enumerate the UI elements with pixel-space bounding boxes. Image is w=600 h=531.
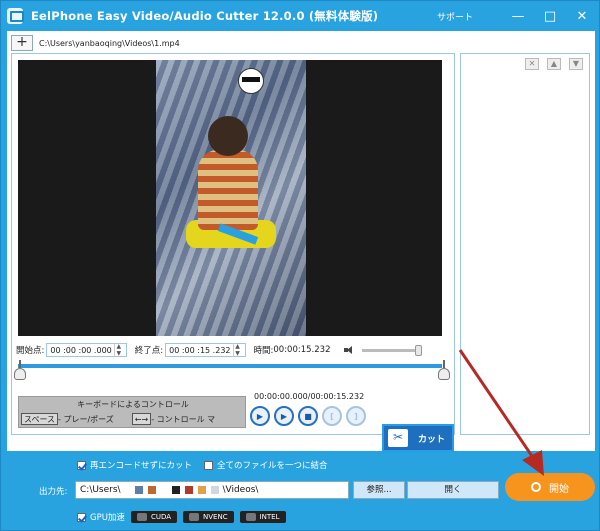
file-path: C:\Users\yanbaoqing\Videos\1.mp4: [39, 38, 180, 48]
title-bar: EelPhone Easy Video/Audio Cutter 12.0.0 …: [1, 1, 599, 31]
options-row: 再エンコードせずにカット 全てのファイルを一つに結合: [77, 459, 328, 471]
stop-button[interactable]: ■: [298, 406, 318, 426]
redacted-block: [148, 485, 157, 494]
gpu-cuda-badge[interactable]: CUDA: [130, 511, 178, 523]
no-reencode-label: 再エンコードせずにカット: [90, 461, 193, 471]
merge-all-label: 全てのファイルを一つに結合: [217, 461, 328, 471]
nvidia-icon: [189, 513, 200, 521]
annotation-arrow-line: [458, 349, 538, 463]
minimize-button[interactable]: —: [509, 7, 527, 25]
output-path-suffix: \Videos\: [222, 485, 259, 495]
browse-button[interactable]: 参照...: [353, 481, 405, 499]
arrow-keys: ←→: [131, 413, 152, 425]
move-up-button[interactable]: ▲: [547, 58, 561, 70]
start-marker-knob: [14, 368, 26, 380]
add-file-button[interactable]: +: [11, 35, 33, 51]
gpu-accel-checkbox[interactable]: [77, 512, 86, 522]
play-segment-button[interactable]: ▶: [274, 406, 294, 426]
end-point-input[interactable]: 00 :00 :15 .232 ▲ ▼: [165, 343, 246, 357]
segment-list-toolbar: ✕ ▲ ▼: [517, 58, 583, 70]
keyboard-hints-title: キーボードによるコントロール: [77, 400, 189, 409]
start-marker-stem: [19, 360, 21, 368]
volume-slider[interactable]: [362, 344, 423, 356]
space-key-desc: - プレー/ポーズ: [58, 414, 114, 424]
window-title: EelPhone Easy Video/Audio Cutter 12.0.0 …: [31, 9, 379, 23]
gpu-nvenc-badge[interactable]: NVENC: [183, 511, 234, 523]
output-label: 出力先:: [39, 487, 68, 497]
gpu-nvenc-label: NVENC: [203, 513, 228, 521]
gpu-intel-badge[interactable]: INTEL: [239, 511, 286, 523]
playback-time: 00:00:00.000/00:00:15.232: [254, 392, 365, 401]
playback-controls: ▶ ▶ ■ [ ]: [250, 406, 370, 426]
app-window: EelPhone Easy Video/Audio Cutter 12.0.0 …: [0, 0, 600, 531]
keyboard-hints: キーボードによるコントロール スペース - プレー/ポーズ ←→ - コントロー…: [18, 396, 246, 428]
keyboard-hints-row: スペース - プレー/ポーズ ←→ - コントロール マ: [21, 413, 215, 425]
redacted-block: [197, 485, 206, 494]
video-subject-head: [208, 116, 248, 156]
volume-slider-handle[interactable]: [415, 344, 423, 356]
annotation-arrow-head: [522, 450, 544, 476]
space-key: スペース: [21, 413, 59, 425]
timeline-track[interactable]: [18, 364, 442, 368]
video-preview[interactable]: [18, 60, 442, 336]
duration-value: 00:00:15.232: [273, 345, 331, 355]
redacted-block: [135, 485, 144, 494]
sticker-icon: [238, 68, 264, 94]
support-link[interactable]: サポート: [437, 10, 473, 23]
intel-icon: [245, 513, 256, 521]
gpu-accel-label: GPU加速: [90, 513, 125, 523]
end-point-value: 00 :00 :15 .232: [169, 345, 231, 355]
gpu-intel-label: INTEL: [259, 513, 280, 521]
output-path-prefix: C:\Users\: [80, 485, 121, 495]
video-panel: 開始点: 00 :00 :00 .000 ▲ ▼ 終了点: 00 :00 :15 …: [11, 53, 455, 452]
app-logo-icon: [7, 8, 24, 24]
no-reencode-checkbox[interactable]: [77, 460, 86, 470]
file-path-row: + C:\Users\yanbaoqing\Videos\1.mp4: [11, 35, 180, 51]
time-row: 開始点: 00 :00 :00 .000 ▲ ▼ 終了点: 00 :00 :15 …: [16, 342, 452, 358]
start-point-stepper[interactable]: ▲ ▼: [113, 343, 123, 357]
nvidia-icon: [136, 513, 147, 521]
cut-button-label: カット: [418, 434, 446, 445]
maximize-button[interactable]: □: [541, 7, 559, 25]
duration-label: 時間:: [253, 346, 274, 356]
title-bar-controls: サポート — □ ✕: [437, 1, 591, 31]
mark-out-button[interactable]: ]: [346, 406, 366, 426]
move-down-button[interactable]: ▼: [569, 58, 583, 70]
redacted-block: [184, 485, 193, 494]
redacted-block: [171, 485, 180, 494]
video-subject-body: [198, 150, 258, 230]
start-marker-handle[interactable]: [14, 360, 26, 382]
annotation-arrow-icon: [458, 349, 544, 476]
play-button[interactable]: ▶: [250, 406, 270, 426]
scissors-icon: ✂: [388, 429, 408, 447]
volume-icon[interactable]: [344, 345, 354, 355]
end-point-stepper[interactable]: ▲ ▼: [232, 343, 242, 357]
gpu-cuda-label: CUDA: [150, 513, 172, 521]
end-marker-stem: [443, 360, 445, 368]
delete-segment-button[interactable]: ✕: [525, 58, 539, 70]
output-path-input[interactable]: C:\Users\ \Videos\: [75, 481, 349, 499]
close-button[interactable]: ✕: [573, 7, 591, 25]
cut-button[interactable]: ✂ カット: [382, 424, 454, 452]
start-point-input[interactable]: 00 :00 :00 .000 ▲ ▼: [46, 343, 127, 357]
start-point-value: 00 :00 :00 .000: [50, 345, 112, 355]
mark-in-button[interactable]: [: [322, 406, 342, 426]
end-marker-handle[interactable]: [438, 360, 450, 382]
redacted-block: [210, 485, 219, 494]
gpu-row: GPU加速 CUDA NVENC INTEL: [77, 511, 286, 523]
video-frame: [156, 60, 306, 336]
arrow-keys-desc: - コントロール マ: [151, 414, 216, 424]
merge-all-checkbox[interactable]: [204, 460, 214, 470]
end-point-label: 終了点:: [134, 346, 164, 356]
end-marker-knob: [438, 368, 450, 380]
start-point-label: 開始点:: [16, 346, 45, 356]
